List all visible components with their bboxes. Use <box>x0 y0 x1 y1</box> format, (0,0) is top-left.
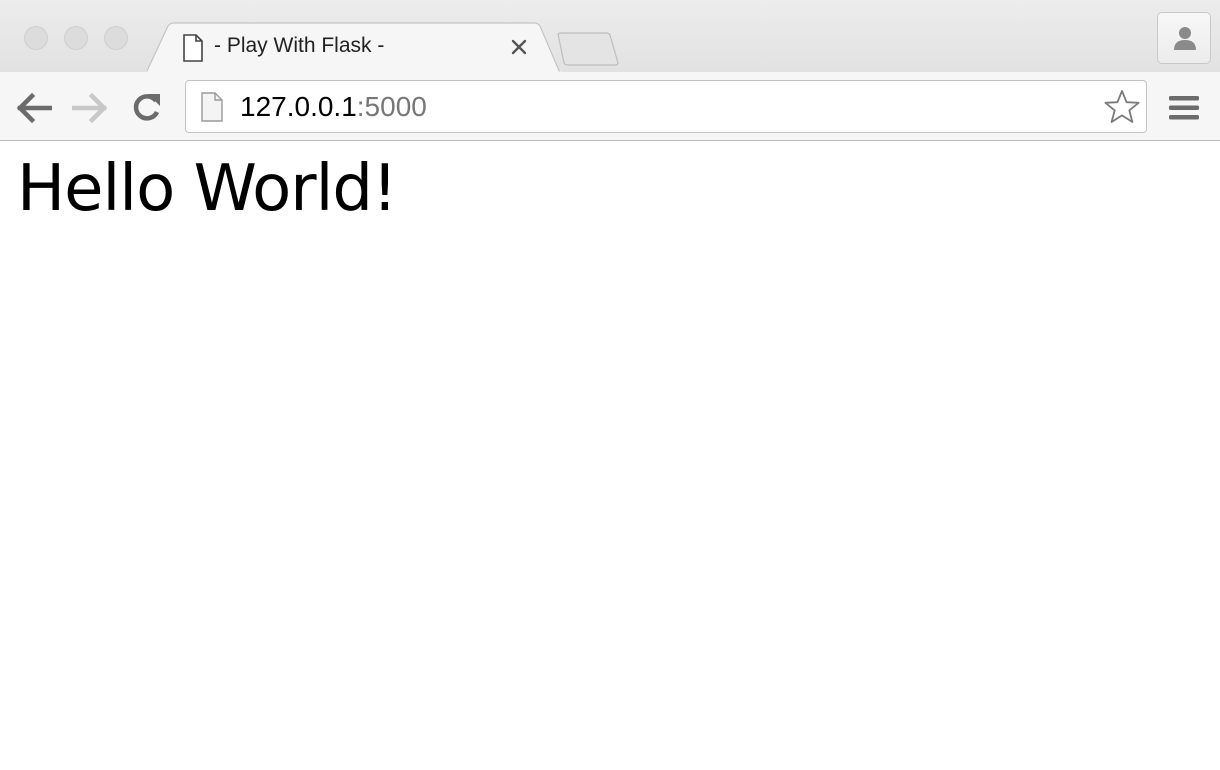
url-port: :5000 <box>356 91 427 122</box>
page-heading: Hello World! <box>17 152 398 226</box>
page-icon <box>200 92 224 127</box>
close-icon[interactable] <box>508 36 530 58</box>
forward-arrow-icon[interactable] <box>71 90 108 126</box>
tab-title: - Play With Flask - <box>214 34 385 57</box>
browser-window: - Play With Flask - 127.0.0.1:5000 Hello… <box>0 0 1220 770</box>
new-tab-button[interactable] <box>554 32 620 66</box>
tab-active[interactable]: - Play With Flask - <box>146 22 562 73</box>
person-icon <box>1174 27 1196 50</box>
close-window-button[interactable] <box>24 26 48 50</box>
url-text[interactable]: 127.0.0.1:5000 <box>240 91 427 123</box>
hamburger-menu-icon[interactable] <box>1166 92 1202 124</box>
reload-icon[interactable] <box>128 90 164 126</box>
profile-button[interactable] <box>1157 12 1211 64</box>
zoom-window-button[interactable] <box>104 26 128 50</box>
page-content: Hello World! <box>0 141 1220 770</box>
url-host: 127.0.0.1 <box>240 91 357 122</box>
back-arrow-icon[interactable] <box>16 90 53 126</box>
address-bar[interactable]: 127.0.0.1:5000 <box>185 80 1147 133</box>
toolbar: 127.0.0.1:5000 <box>0 72 1220 141</box>
star-icon[interactable] <box>1104 89 1140 130</box>
minimize-window-button[interactable] <box>64 26 88 50</box>
page-icon <box>182 34 204 67</box>
tab-strip: - Play With Flask - <box>0 0 1220 73</box>
